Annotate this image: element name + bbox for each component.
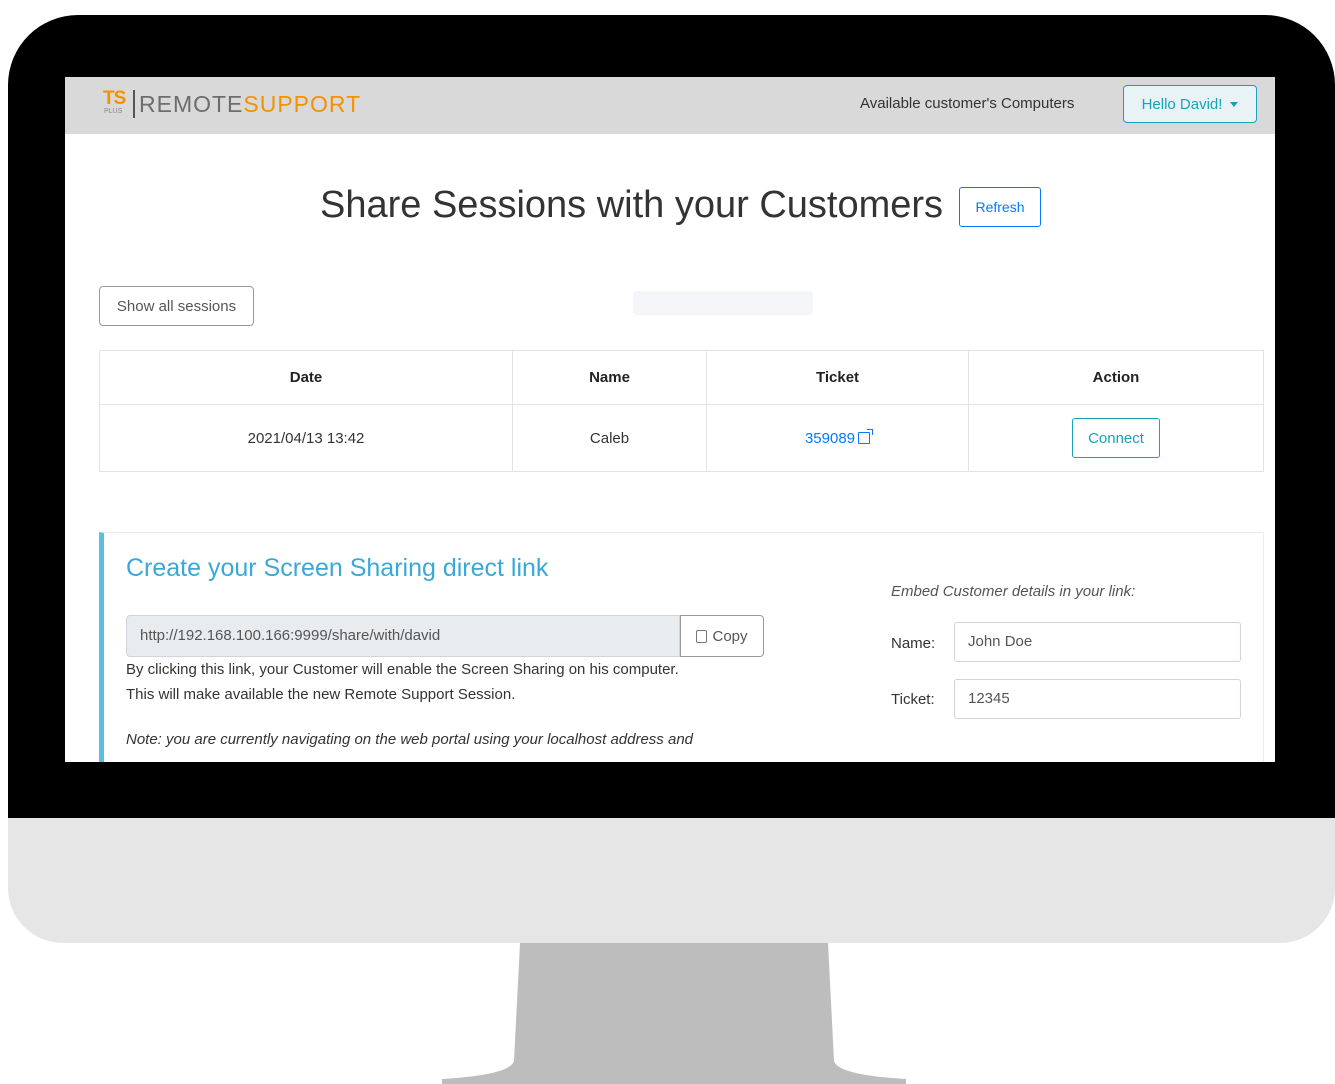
page-title: Share Sessions with your Customers xyxy=(320,184,944,226)
name-label: Name: xyxy=(891,635,936,652)
column-header-date: Date xyxy=(99,350,513,405)
nav-available-computers-link[interactable]: Available customer's Computers xyxy=(860,95,1074,112)
ticket-label: Ticket: xyxy=(891,691,935,708)
cell-name: Caleb xyxy=(512,404,707,472)
customer-name-input[interactable]: John Doe xyxy=(954,622,1241,662)
ts-plus-logo-icon: TS PLUS xyxy=(103,88,126,116)
brand-logo[interactable]: TS PLUS REMOTE SUPPORT xyxy=(103,89,361,119)
table-row: 2021/04/13 13:42 Caleb 359089 Connect xyxy=(99,404,1264,472)
copy-label: Copy xyxy=(712,627,748,645)
cell-ticket: 359089 xyxy=(706,404,969,472)
user-menu-label: Hello David! xyxy=(1141,95,1223,113)
app-screen: TS PLUS REMOTE SUPPORT Available customer… xyxy=(65,77,1275,762)
blurred-control xyxy=(633,291,813,315)
ticket-link[interactable]: 359089 xyxy=(805,430,855,447)
cell-date: 2021/04/13 13:42 xyxy=(99,404,513,472)
logo-word-remote: REMOTE xyxy=(139,91,244,117)
sessions-table: Date Name Ticket Action 2021/04/13 13:42… xyxy=(99,350,1264,472)
caret-down-icon xyxy=(1230,101,1239,107)
ticket-number-input[interactable]: 12345 xyxy=(954,679,1241,719)
column-header-name: Name xyxy=(512,350,707,405)
table-header-row: Date Name Ticket Action xyxy=(99,350,1264,405)
share-description: By clicking this link, your Customer wil… xyxy=(126,657,786,707)
user-menu-button[interactable]: Hello David! xyxy=(1123,85,1257,123)
logo-word-support: SUPPORT xyxy=(243,91,362,117)
embed-details-heading: Embed Customer details in your link: xyxy=(891,583,1136,600)
refresh-button[interactable]: Refresh xyxy=(959,187,1041,227)
column-header-action: Action xyxy=(968,350,1264,405)
column-header-ticket: Ticket xyxy=(706,350,969,405)
clipboard-icon xyxy=(696,629,708,643)
connect-button[interactable]: Connect xyxy=(1072,418,1160,458)
share-link-field[interactable]: http://192.168.100.166:9999/share/with/d… xyxy=(126,615,680,657)
monitor-stand xyxy=(442,943,906,1084)
localhost-note: Note: you are currently navigating on th… xyxy=(126,731,694,748)
logo-divider xyxy=(133,90,135,118)
top-navbar: TS PLUS REMOTE SUPPORT Available customer… xyxy=(65,77,1275,134)
card-title: Create your Screen Sharing direct link xyxy=(126,554,549,582)
external-link-icon[interactable] xyxy=(858,428,874,444)
description-line: This will make available the new Remote … xyxy=(126,686,516,703)
share-link-group: http://192.168.100.166:9999/share/with/d… xyxy=(126,615,764,657)
cell-action: Connect xyxy=(968,404,1264,472)
copy-button[interactable]: Copy xyxy=(680,615,764,657)
monitor-chin xyxy=(8,818,1335,943)
share-link-card: Create your Screen Sharing direct link h… xyxy=(99,532,1264,762)
description-line: By clicking this link, your Customer wil… xyxy=(126,661,679,678)
show-all-sessions-button[interactable]: Show all sessions xyxy=(99,286,254,326)
